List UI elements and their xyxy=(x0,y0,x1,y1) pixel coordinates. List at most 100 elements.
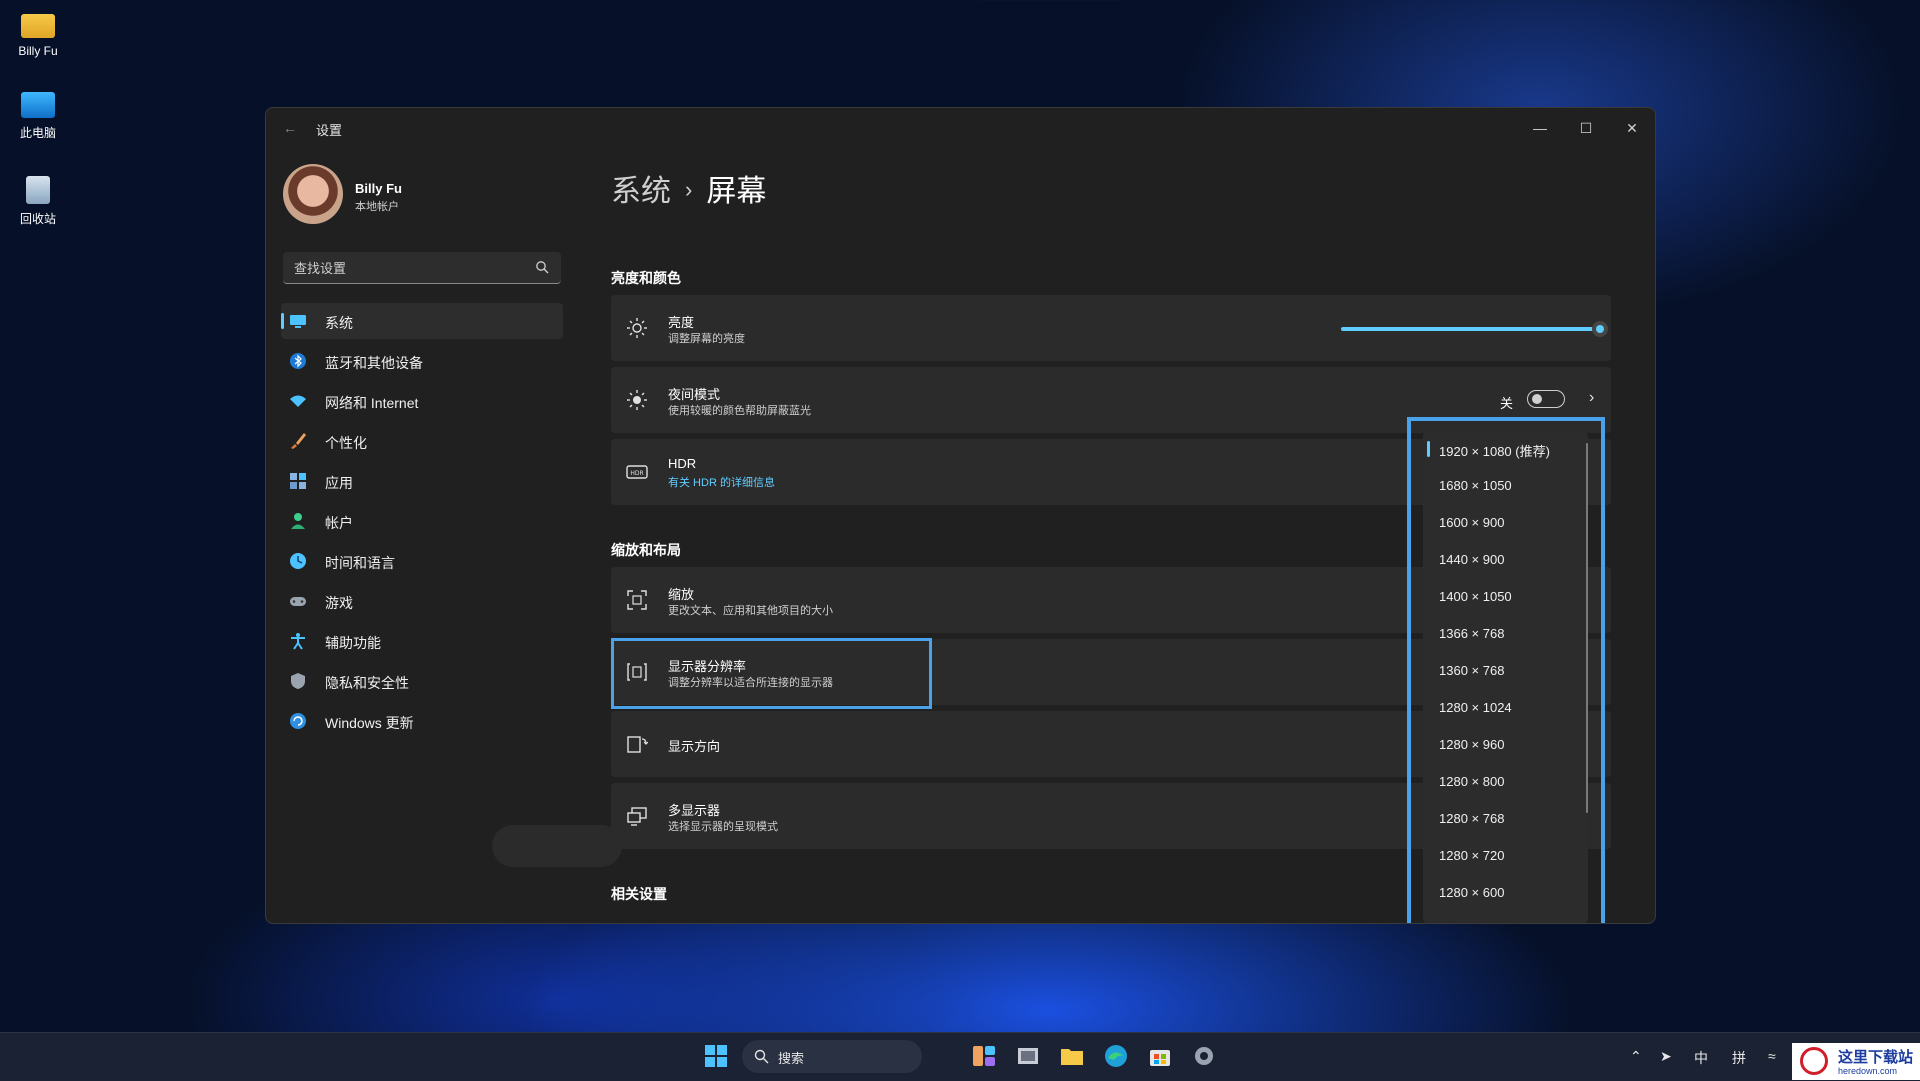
sidebar-item-label: 隐私和安全性 xyxy=(325,675,409,691)
sidebar-item-label: 辅助功能 xyxy=(325,635,381,651)
sidebar-item-apps[interactable]: 应用 xyxy=(281,463,563,499)
resolution-option[interactable]: 1366 × 768 xyxy=(1423,616,1588,653)
taskbar-search-label: 搜索 xyxy=(778,1051,805,1066)
resolution-option[interactable]: 1280 × 600 xyxy=(1423,875,1588,912)
account-icon xyxy=(291,513,305,529)
settings-search[interactable] xyxy=(283,252,561,284)
resolution-option[interactable]: 1600 × 900 xyxy=(1423,505,1588,542)
scale-title: 缩放 xyxy=(668,587,695,602)
scale-subtitle: 更改文本、应用和其他项目的大小 xyxy=(668,605,833,617)
close-button[interactable]: ✕ xyxy=(1617,116,1647,140)
time-language-icon xyxy=(290,553,306,569)
maximize-button[interactable]: ☐ xyxy=(1571,116,1601,140)
sidebar-item-personalization[interactable]: 个性化 xyxy=(281,423,563,459)
hdr-info-link[interactable]: 有关 HDR 的详细信息 xyxy=(668,474,775,490)
resolution-option[interactable]: 1920 × 1080 (推荐) xyxy=(1423,431,1588,468)
apps-icon xyxy=(290,473,306,489)
watermark-text: 这里下载站 xyxy=(1838,1049,1914,1066)
night-light-title: 夜间模式 xyxy=(668,387,721,402)
resolution-option[interactable]: 1400 × 1050 xyxy=(1423,579,1588,616)
sidebar-item-network[interactable]: 网络和 Internet xyxy=(281,383,563,419)
brightness-title: 亮度 xyxy=(668,315,695,330)
orientation-icon xyxy=(627,736,648,753)
minimize-button[interactable]: — xyxy=(1525,116,1555,140)
sidebar-item-label: Windows 更新 xyxy=(325,715,414,731)
sidebar-item-accounts[interactable]: 帐户 xyxy=(281,503,563,539)
night-light-toggle[interactable] xyxy=(1527,390,1565,408)
ime-language-indicator[interactable]: 中 xyxy=(1694,1048,1708,1068)
network-icon xyxy=(290,395,306,407)
brightness-slider-thumb[interactable] xyxy=(1592,321,1608,337)
sidebar-item-bluetooth[interactable]: 蓝牙和其他设备 xyxy=(281,343,563,379)
gamepad-icon xyxy=(290,597,306,606)
breadcrumb: 系统 › 屏幕 xyxy=(611,166,766,210)
hdr-title: HDR xyxy=(668,456,697,471)
arrow-left-icon: ← xyxy=(283,120,297,136)
update-icon xyxy=(290,713,306,729)
back-button[interactable]: ← xyxy=(280,118,300,138)
desktop-icon-user-folder[interactable]: Billy Fu xyxy=(10,8,66,58)
settings-gear-icon[interactable] xyxy=(1190,1042,1218,1070)
section-brightness-color: 亮度和颜色 xyxy=(611,270,681,286)
resolution-dropdown[interactable]: 1920 × 1080 (推荐) 1680 × 1050 1600 × 900 … xyxy=(1423,431,1588,923)
chevron-up-icon[interactable]: ⌃ xyxy=(1630,1048,1642,1065)
breadcrumb-parent[interactable]: 系统 xyxy=(611,175,671,208)
watermark-url: heredown.com xyxy=(1838,1066,1898,1076)
chevron-right-icon[interactable]: › xyxy=(1589,389,1594,407)
minimize-icon: — xyxy=(1533,120,1547,136)
resolution-option[interactable]: 1280 × 1024 xyxy=(1423,690,1588,727)
multi-display-subtitle: 选择显示器的呈现模式 xyxy=(668,821,778,833)
taskbar-search[interactable]: 搜索 xyxy=(742,1040,922,1073)
sidebar-item-gaming[interactable]: 游戏 xyxy=(281,583,563,619)
location-icon[interactable]: ➤ xyxy=(1660,1048,1672,1065)
maximize-icon: ☐ xyxy=(1579,120,1593,136)
resolution-option[interactable]: 1280 × 768 xyxy=(1423,801,1588,838)
resolution-option[interactable]: 1280 × 800 xyxy=(1423,764,1588,801)
edge-browser-icon[interactable] xyxy=(1102,1042,1130,1070)
folder-icon xyxy=(21,14,55,38)
section-scale-layout: 缩放和布局 xyxy=(611,542,681,558)
windows-start-icon[interactable] xyxy=(702,1042,730,1070)
sidebar-item-time-language[interactable]: 时间和语言 xyxy=(281,543,563,579)
resolution-highlight-box xyxy=(611,638,932,709)
recycle-bin-icon xyxy=(26,176,50,204)
resolution-option[interactable]: 1280 × 960 xyxy=(1423,727,1588,764)
hdr-icon: HDR xyxy=(626,465,648,479)
night-light-icon xyxy=(627,390,647,410)
sidebar-item-label: 个性化 xyxy=(325,435,367,451)
computer-icon xyxy=(21,92,55,118)
store-icon[interactable] xyxy=(1146,1042,1174,1070)
breadcrumb-separator: › xyxy=(685,177,693,202)
resolution-option[interactable]: 1680 × 1050 xyxy=(1423,468,1588,505)
desktop-icon-this-pc[interactable]: 此电脑 xyxy=(10,92,66,141)
file-explorer-icon[interactable] xyxy=(1058,1042,1086,1070)
shield-icon xyxy=(291,673,305,689)
wifi-icon[interactable]: ≈ xyxy=(1768,1048,1776,1064)
brightness-slider-track[interactable] xyxy=(1341,327,1599,331)
taskbar: 搜索 ⌃ ➤ 中 拼 ≈ xyxy=(0,1032,1920,1081)
svg-text:HDR: HDR xyxy=(630,470,643,477)
sidebar-item-windows-update[interactable]: Windows 更新 xyxy=(281,703,563,739)
desktop-icon-recycle-bin[interactable]: 回收站 xyxy=(10,176,66,227)
sidebar-item-system[interactable]: 系统 xyxy=(281,303,563,339)
task-view-icon[interactable] xyxy=(1014,1042,1042,1070)
accessibility-icon xyxy=(291,633,305,650)
ime-mode-indicator[interactable]: 拼 xyxy=(1732,1048,1746,1068)
desktop-icon-label: 回收站 xyxy=(19,212,56,226)
sidebar-item-label: 网络和 Internet xyxy=(325,395,419,411)
brightness-card: 亮度 调整屏幕的亮度 xyxy=(611,295,1611,361)
app-title: 设置 xyxy=(316,123,343,138)
sidebar-item-privacy[interactable]: 隐私和安全性 xyxy=(281,663,563,699)
system-icon xyxy=(290,315,306,328)
multi-display-title: 多显示器 xyxy=(668,803,721,818)
dropdown-scrollbar[interactable] xyxy=(1586,443,1588,813)
orientation-title: 显示方向 xyxy=(668,739,721,754)
sidebar-item-label: 帐户 xyxy=(325,515,353,531)
widgets-icon[interactable] xyxy=(970,1042,998,1070)
search-icon[interactable] xyxy=(535,260,549,274)
resolution-option[interactable]: 1360 × 768 xyxy=(1423,653,1588,690)
resolution-option[interactable]: 1280 × 720 xyxy=(1423,838,1588,875)
resolution-option[interactable]: 1440 × 900 xyxy=(1423,542,1588,579)
search-input[interactable] xyxy=(292,252,526,284)
sidebar-item-accessibility[interactable]: 辅助功能 xyxy=(281,623,563,659)
